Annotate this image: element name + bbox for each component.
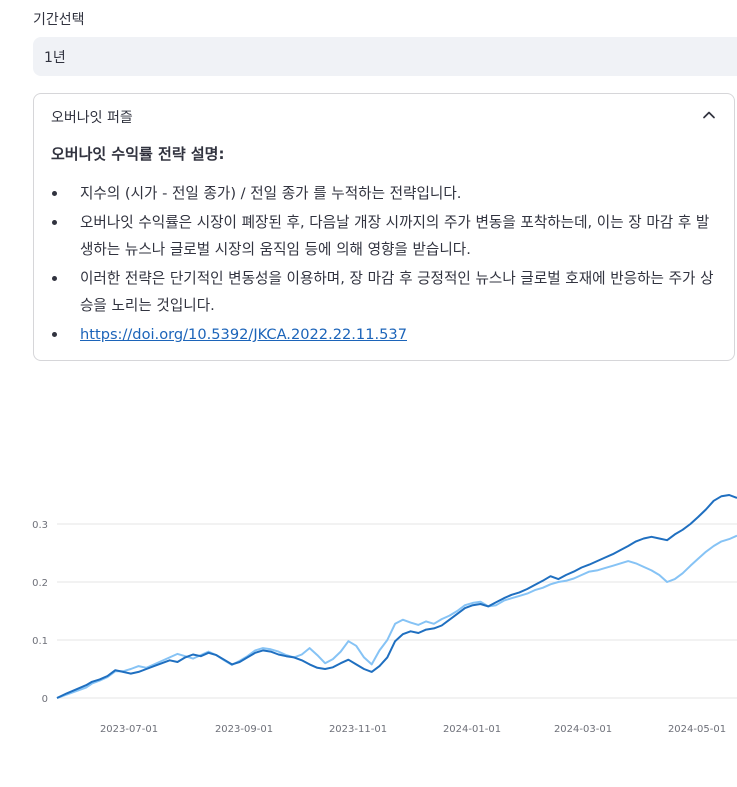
overnight-return-chart: 0 0.1 0.2 0.3 2023-07-01 2023-09-01 2023… <box>32 494 737 735</box>
y-tick-label: 0.1 <box>32 636 48 647</box>
period-label: 기간선택 <box>33 12 85 28</box>
bullet-text: 오버나잇 수익률은 시장이 폐장된 후, 다음날 개장 시까지의 주가 변동을 … <box>80 214 710 258</box>
y-tick-label: 0.2 <box>32 578 48 589</box>
series-lines <box>56 494 737 699</box>
bullet-dot <box>52 332 57 337</box>
bullet-item: 이러한 전략은 단기적인 변동성을 이용하며, 장 마감 후 긍정적인 뉴스나 … <box>51 265 721 319</box>
y-tick-label: 0.3 <box>32 520 48 531</box>
x-tick-label: 2024-01-01 <box>443 724 501 735</box>
bullet-item: 지수의 (시가 - 전일 종가) / 전일 종가 를 누적하는 전략입니다. <box>51 180 721 207</box>
y-tick-label: 0 <box>42 694 48 705</box>
period-select-value: 1년 <box>44 49 66 66</box>
bullet-text: 이러한 전략은 단기적인 변동성을 이용하며, 장 마감 후 긍정적인 뉴스나 … <box>80 270 714 314</box>
series-line <box>56 494 737 699</box>
bullet-dot <box>52 276 57 281</box>
x-tick-label: 2024-05-01 <box>668 724 726 735</box>
grid-lines <box>57 523 737 699</box>
strategy-title: 오버나잇 수익률 전략 설명: <box>51 145 225 163</box>
strategy-bullets: 지수의 (시가 - 전일 종가) / 전일 종가 를 누적하는 전략입니다. 오… <box>51 180 721 350</box>
bullet-text: 지수의 (시가 - 전일 종가) / 전일 종가 를 누적하는 전략입니다. <box>80 185 462 202</box>
overnight-expander: 오버나잇 퍼즐 오버나잇 수익률 전략 설명: 지수의 (시가 - 전일 종가)… <box>33 93 735 361</box>
x-tick-label: 2023-09-01 <box>215 724 273 735</box>
bullet-item: https://doi.org/10.5392/JKCA.2022.22.11.… <box>51 321 721 348</box>
x-tick-labels: 2023-07-01 2023-09-01 2023-11-01 2024-01… <box>100 724 726 735</box>
y-tick-labels: 0 0.1 0.2 0.3 <box>32 520 48 705</box>
x-tick-label: 2023-11-01 <box>329 724 387 735</box>
doi-link[interactable]: https://doi.org/10.5392/JKCA.2022.22.11.… <box>80 326 407 343</box>
expander-header[interactable]: 오버나잇 퍼즐 <box>51 107 133 127</box>
x-tick-label: 2024-03-01 <box>554 724 612 735</box>
bullet-dot <box>52 191 57 196</box>
bullet-item: 오버나잇 수익률은 시장이 폐장된 후, 다음날 개장 시까지의 주가 변동을 … <box>51 209 721 263</box>
bullet-dot <box>52 220 57 225</box>
x-tick-label: 2023-07-01 <box>100 724 158 735</box>
chevron-up-icon[interactable] <box>702 108 716 122</box>
series-line <box>56 534 737 699</box>
period-select[interactable]: 1년 <box>33 37 737 76</box>
